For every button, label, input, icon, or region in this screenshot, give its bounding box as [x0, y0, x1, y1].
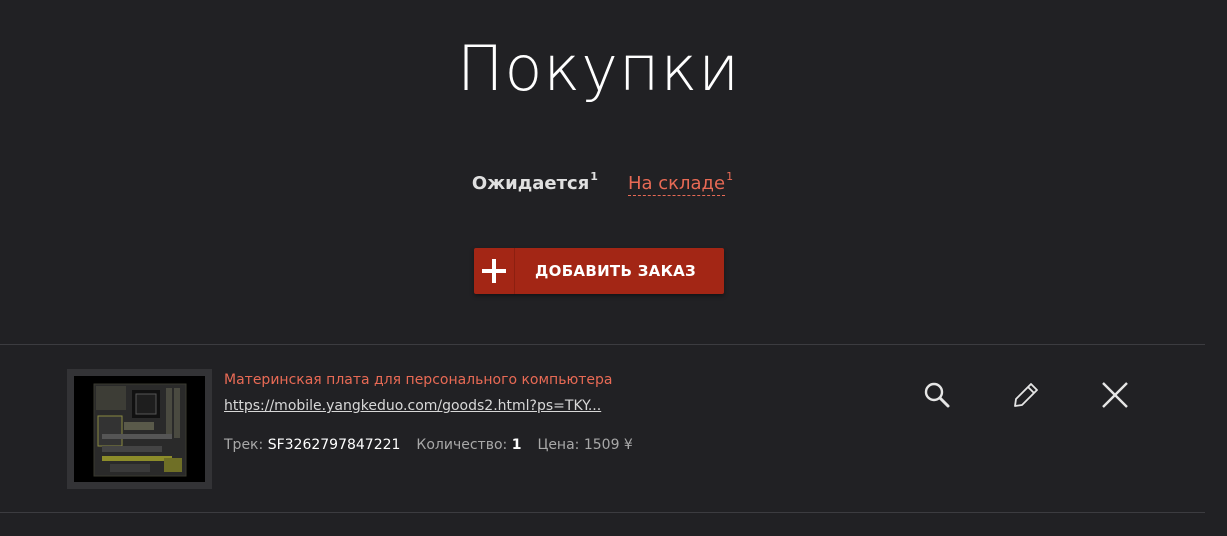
close-icon: [1102, 382, 1128, 408]
price-info: Цена: 1509 ¥: [537, 437, 632, 453]
quantity-label: Количество:: [416, 437, 508, 453]
view-button[interactable]: [920, 378, 954, 412]
add-order-button[interactable]: ДОБАВИТЬ ЗАКАЗ: [474, 248, 724, 294]
search-icon: [924, 382, 950, 408]
plus-icon: [474, 248, 515, 294]
tab-expected-count: 1: [590, 170, 598, 183]
pencil-icon: [1014, 383, 1038, 407]
quantity-value: 1: [511, 437, 522, 453]
divider-bottom: [0, 512, 1205, 513]
product-name-link[interactable]: Материнская плата для персонального комп…: [224, 372, 612, 388]
order-actions: [920, 378, 1132, 412]
edit-button[interactable]: [1009, 378, 1043, 412]
tab-expected-label: Ожидается: [471, 173, 590, 194]
product-thumbnail[interactable]: [67, 369, 212, 489]
product-url-link[interactable]: https://mobile.yangkeduo.com/goods2.html…: [224, 398, 601, 414]
track-label: Трек:: [224, 437, 264, 453]
price-value: 1509 ¥: [583, 437, 633, 453]
purchases-page: Покупки Ожидается1 На складе1 ДОБАВИТЬ З…: [0, 0, 1227, 536]
tab-in-stock-label: На складе: [627, 173, 726, 196]
delete-button[interactable]: [1098, 378, 1132, 412]
motherboard-image: [74, 376, 205, 482]
track-value: SF3262797847221: [267, 437, 401, 453]
tab-in-stock-count: 1: [726, 170, 734, 183]
tab-in-stock[interactable]: На складе1: [627, 170, 734, 196]
order-row: Материнская плата для персонального комп…: [0, 345, 1205, 512]
tab-expected[interactable]: Ожидается1: [471, 170, 598, 194]
track-info: Трек: SF3262797847221: [224, 437, 400, 453]
add-order-label: ДОБАВИТЬ ЗАКАЗ: [534, 262, 697, 280]
quantity-info: Количество: 1: [416, 437, 521, 453]
price-label: Цена:: [537, 437, 580, 453]
order-meta: Трек: SF3262797847221 Количество: 1 Цена…: [224, 437, 633, 453]
page-title: Покупки: [456, 32, 741, 105]
status-tabs: Ожидается1 На складе1: [0, 170, 1205, 196]
